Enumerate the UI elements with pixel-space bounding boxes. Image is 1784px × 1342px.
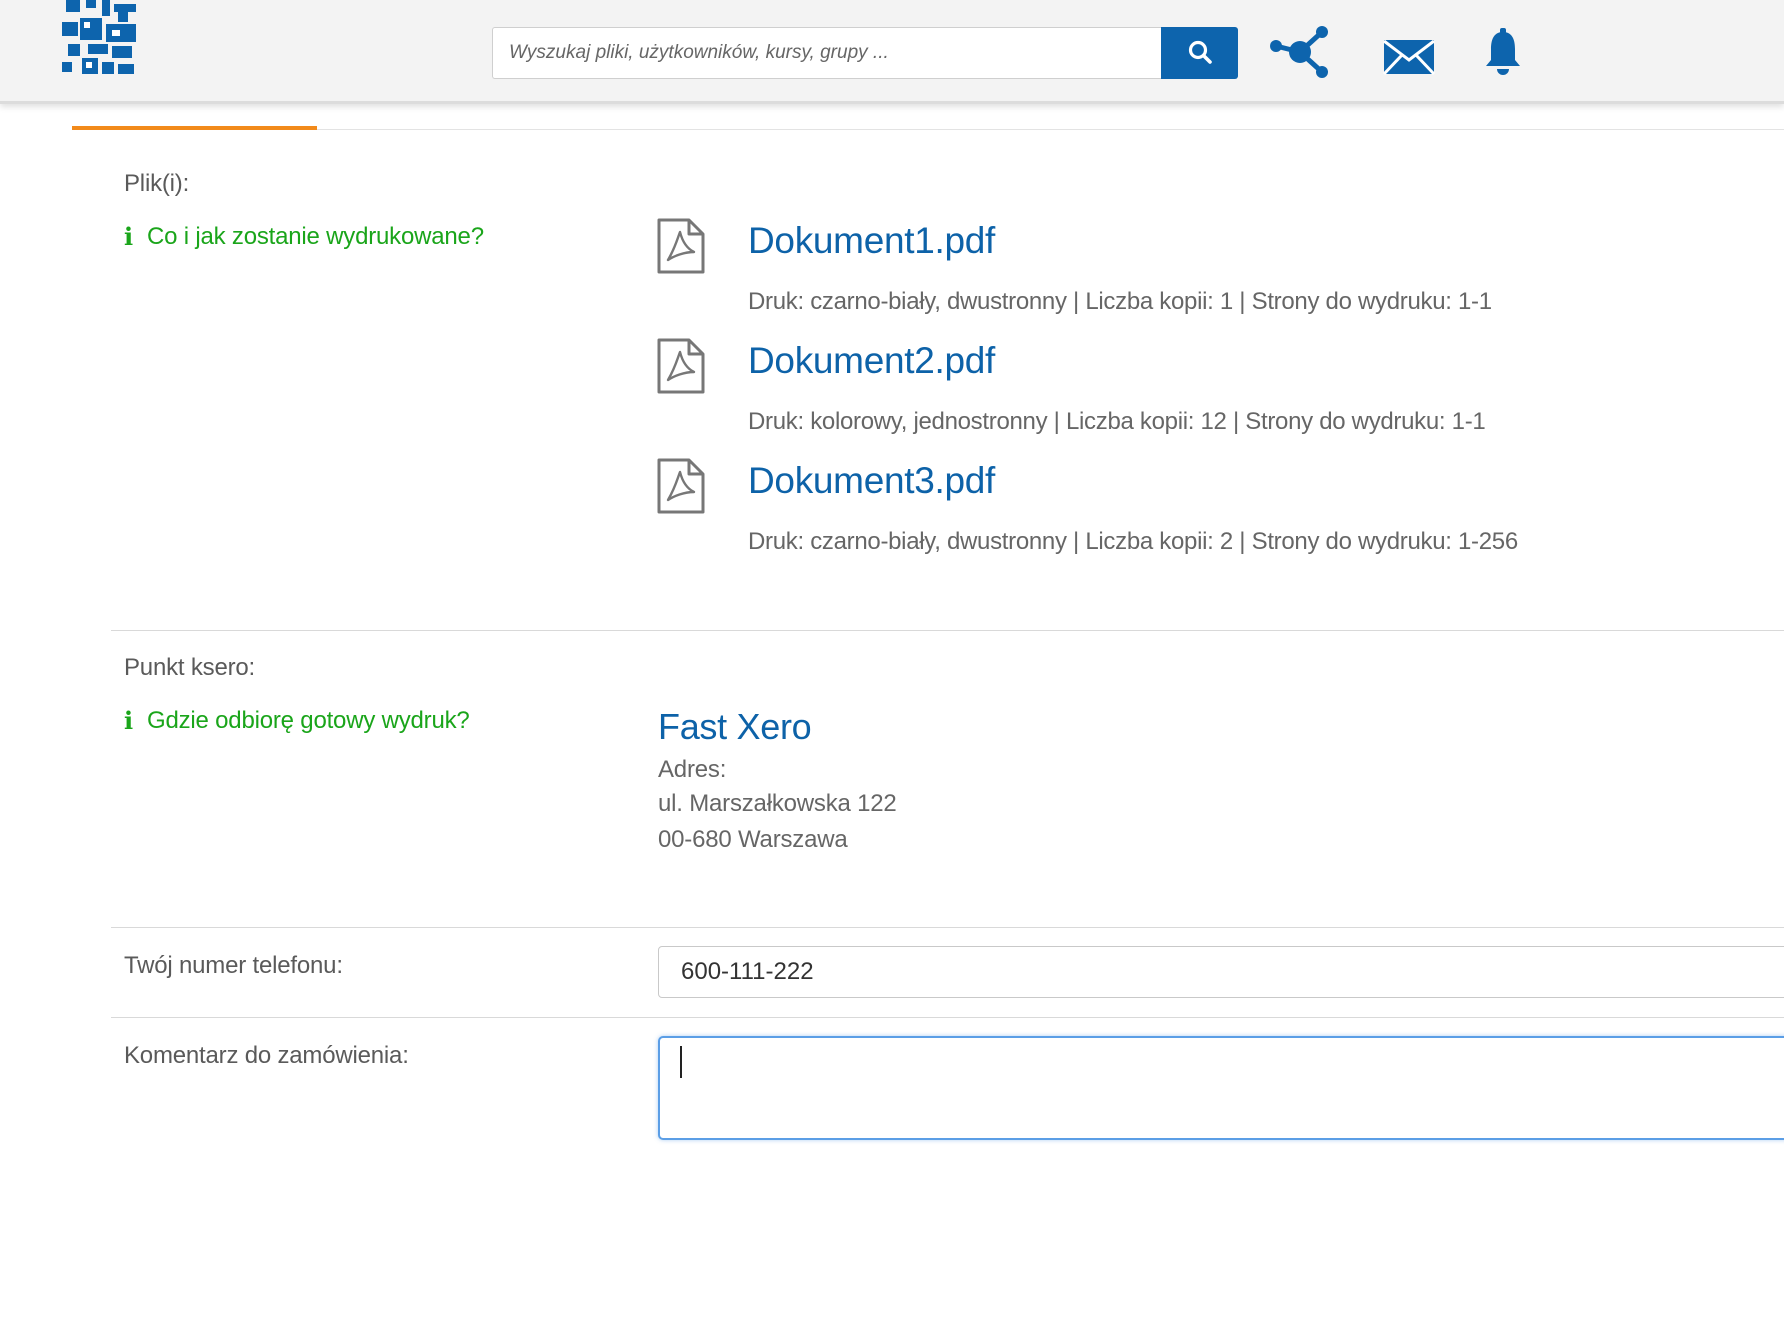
info-icon: i (124, 222, 133, 251)
phone-label: Twój numer telefonu: (124, 952, 343, 979)
file-details: Druk: czarno-biały, dwustronny | Liczba … (748, 288, 1492, 315)
search-icon (1187, 39, 1213, 68)
search-button[interactable] (1161, 27, 1238, 79)
xero-help-link[interactable]: i Gdzie odbiorę gotowy wydruk? (124, 706, 470, 735)
section-divider (111, 1017, 1784, 1018)
file-details: Druk: kolorowy, jednostronny | Liczba ko… (748, 408, 1486, 435)
xero-name-link[interactable]: Fast Xero (658, 706, 812, 748)
files-help-link[interactable]: i Co i jak zostanie wydrukowane? (124, 222, 484, 251)
files-label: Plik(i): (124, 170, 190, 197)
search-bar (492, 27, 1238, 79)
file-item: Dokument2.pdf Druk: kolorowy, jednostron… (656, 338, 1756, 448)
mail-icon[interactable] (1382, 38, 1436, 76)
logo[interactable] (62, 0, 140, 80)
section-divider (111, 927, 1784, 928)
file-name-link[interactable]: Dokument1.pdf (748, 220, 995, 262)
search-input[interactable] (492, 27, 1162, 79)
active-tab-indicator[interactable] (72, 126, 317, 130)
file-details: Druk: czarno-biały, dwustronny | Liczba … (748, 528, 1518, 555)
address-label: Adres: (658, 756, 727, 783)
text-caret (680, 1046, 682, 1078)
pdf-file-icon (656, 338, 706, 394)
files-help-text: Co i jak zostanie wydrukowane? (147, 222, 484, 250)
address-street: ul. Marszałkowska 122 (658, 790, 897, 817)
xero-label: Punkt ksero: (124, 654, 255, 681)
comment-textarea[interactable] (658, 1036, 1784, 1140)
network-icon[interactable] (1268, 24, 1334, 80)
section-divider (111, 630, 1784, 631)
phone-field[interactable] (658, 946, 1784, 998)
xero-help-text: Gdzie odbiorę gotowy wydruk? (147, 706, 470, 734)
file-name-link[interactable]: Dokument2.pdf (748, 340, 995, 382)
bell-icon[interactable] (1484, 28, 1522, 76)
pdf-file-icon (656, 218, 706, 274)
top-bar (0, 0, 1784, 104)
address-city: 00-680 Warszawa (658, 826, 848, 853)
comment-label: Komentarz do zamówienia: (124, 1042, 409, 1069)
info-icon: i (124, 706, 133, 735)
pdf-file-icon (656, 458, 706, 514)
tab-divider (72, 129, 1784, 130)
file-name-link[interactable]: Dokument3.pdf (748, 460, 995, 502)
file-item: Dokument1.pdf Druk: czarno-biały, dwustr… (656, 218, 1756, 328)
file-item: Dokument3.pdf Druk: czarno-biały, dwustr… (656, 458, 1756, 568)
